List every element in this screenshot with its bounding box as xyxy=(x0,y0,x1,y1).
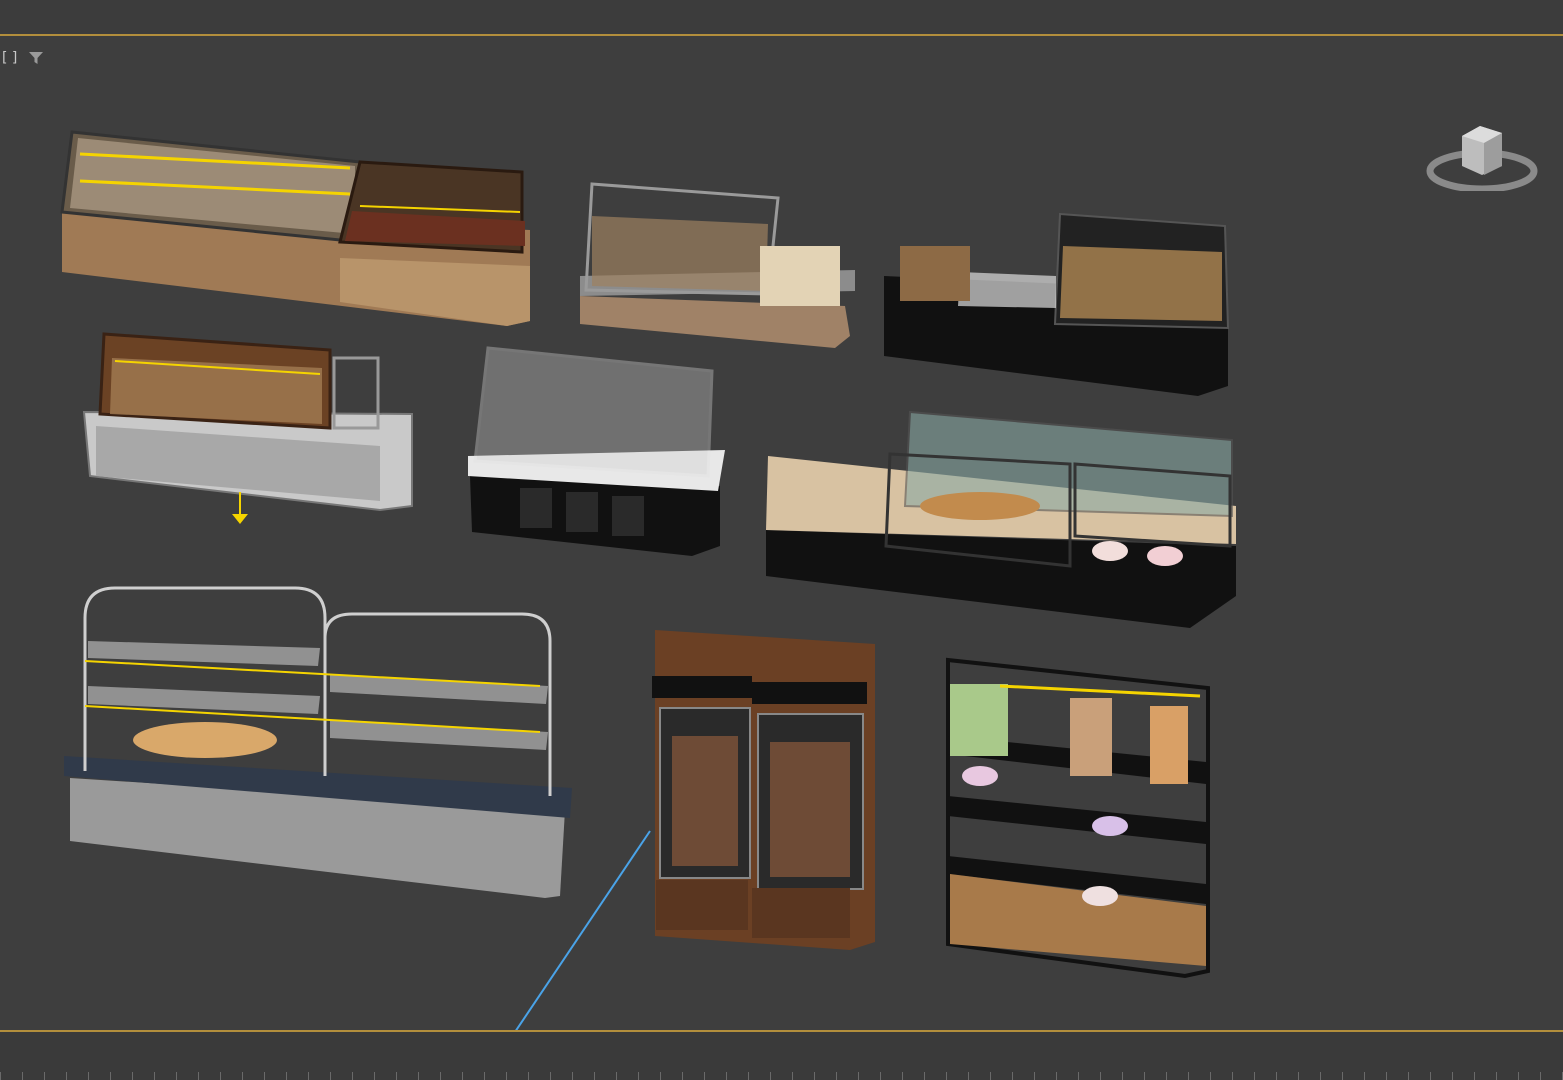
cake-glass-showcase-counter[interactable] xyxy=(766,410,1236,628)
top-toolbar xyxy=(0,0,1563,34)
white-glass-display-counter[interactable] xyxy=(468,346,725,556)
perspective-viewport[interactable]: [ ] xyxy=(0,34,1563,1032)
timeline-ruler[interactable] xyxy=(0,1072,1563,1080)
cake-shelving-unit-with-posters[interactable] xyxy=(946,657,1210,979)
scene-canvas xyxy=(60,130,1236,1030)
black-counter-pastry-cage[interactable] xyxy=(884,212,1230,396)
wooden-bakery-counter-with-baskets[interactable] xyxy=(82,332,413,524)
glass-cabinet-bread-display[interactable] xyxy=(580,182,855,348)
open-shelving-bread-display[interactable] xyxy=(64,586,572,898)
wooden-refrigerated-cake-cabinet[interactable] xyxy=(652,630,875,950)
bottom-toolbar xyxy=(0,1032,1563,1080)
bakery-counter-curved-display[interactable] xyxy=(60,130,530,326)
